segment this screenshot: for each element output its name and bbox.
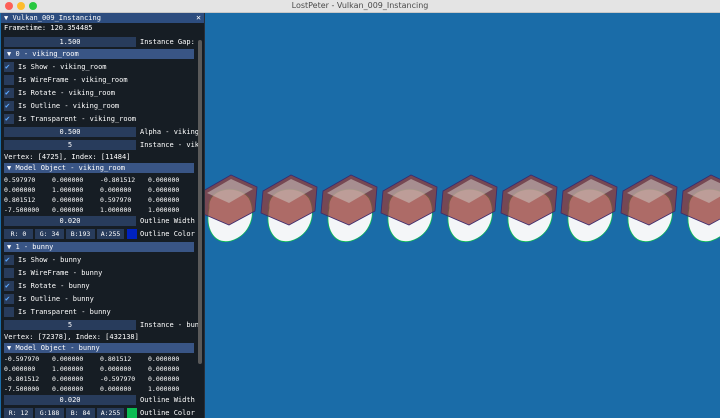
instance-label-bunny: Instance - bun	[140, 321, 200, 329]
instance-slider-viking-room[interactable]: 5	[4, 140, 136, 150]
outline-color-b-field[interactable]: B:193	[66, 229, 95, 239]
checkmark-icon: ✔	[5, 114, 10, 123]
matrix-row: 0.801512 0.000000 0.597970 0.000000	[4, 196, 180, 204]
alpha-label-viking-room: Alpha - viking	[140, 128, 200, 136]
instanced-scene	[205, 174, 720, 242]
matrix-row: -0.801512 0.000000 -0.597970 0.000000	[4, 375, 180, 383]
outline-color-label-viking-room: Outline Color	[140, 230, 195, 238]
viking-room-instances	[205, 174, 720, 226]
instance-gap-label: Instance Gap:	[140, 38, 195, 46]
collapse-triangle-icon[interactable]: ▼	[4, 14, 8, 22]
checkmark-icon: ✔	[5, 255, 10, 264]
matrix-row: 0.000000 1.000000 0.000000 0.000000	[4, 186, 180, 194]
matrix-row: -7.500000 0.000000 0.000000 1.000000	[4, 385, 180, 393]
outline-color-a-field[interactable]: A:255	[97, 229, 124, 239]
panel-titlebar[interactable]: ▼ Vulkan_009_Instancing ✕	[1, 13, 204, 23]
alpha-slider-viking-room[interactable]: 0.500	[4, 127, 136, 137]
instance-slider-bunny[interactable]: 5	[4, 320, 136, 330]
outline-width-slider-viking-room[interactable]: 0.020	[4, 216, 136, 226]
outline-width-label-bunny: Outline Width	[140, 396, 195, 404]
outline-color-b-field[interactable]: B: 84	[66, 408, 95, 418]
checkmark-icon: ✔	[5, 88, 10, 97]
outline-color-r-field[interactable]: R: 12	[4, 408, 33, 418]
vertex-index-text-bunny: Vertex: [72378], Index: [432138]	[4, 333, 139, 341]
debug-panel[interactable]: ▼ Vulkan_009_Instancing ✕ Frametime: 120…	[1, 13, 205, 418]
frametime-text: Frametime: 120.354485	[4, 24, 93, 32]
outline-color-swatch-bunny[interactable]	[127, 408, 137, 418]
matrix-row: 0.000000 1.000000 0.000000 0.000000	[4, 365, 180, 373]
matrix-row: -0.597970 0.000000 0.801512 0.000000	[4, 355, 180, 363]
outline-color-g-field[interactable]: G:188	[35, 408, 64, 418]
instance-gap-slider[interactable]: 1.500	[4, 37, 136, 47]
outline-width-label-viking-room: Outline Width	[140, 217, 195, 225]
outline-color-g-field[interactable]: G: 34	[35, 229, 64, 239]
close-icon[interactable]: ✕	[196, 13, 201, 23]
object-header-bunny[interactable]: ▼ 1 - bunny	[4, 242, 194, 252]
checkmark-icon: ✔	[5, 101, 10, 110]
checkmark-icon: ✔	[5, 294, 10, 303]
checkmark-icon: ✔	[5, 281, 10, 290]
window-titlebar: LostPeter - Vulkan_009_Instancing	[0, 0, 720, 13]
matrix-row: 0.597970 0.000000 -0.801512 0.000000	[4, 176, 180, 184]
outline-color-label-bunny: Outline Color	[140, 409, 195, 417]
outline-color-swatch-viking-room[interactable]	[127, 229, 137, 239]
outline-color-a-field[interactable]: A:255	[97, 408, 124, 418]
outline-width-slider-bunny[interactable]: 0.020	[4, 395, 136, 405]
outline-color-r-field[interactable]: R: 0	[4, 229, 33, 239]
panel-scrollbar[interactable]	[198, 40, 202, 364]
object-header-viking-room[interactable]: ▼ 0 - viking_room	[4, 49, 194, 59]
instance-label-viking-room: Instance - vik	[140, 141, 200, 149]
matrix-row: -7.500000 0.000000 1.000000 1.000000	[4, 206, 180, 214]
model-object-header-bunny[interactable]: ▼ Model Object - bunny	[4, 343, 194, 353]
checkmark-icon: ✔	[5, 62, 10, 71]
window-title: LostPeter - Vulkan_009_Instancing	[291, 1, 429, 10]
vertex-index-text-viking-room: Vertex: [4725], Index: [11484]	[4, 153, 131, 161]
model-object-header-viking-room[interactable]: ▼ Model Object - viking_room	[4, 163, 194, 173]
panel-title: Vulkan_009_Instancing	[12, 14, 101, 22]
